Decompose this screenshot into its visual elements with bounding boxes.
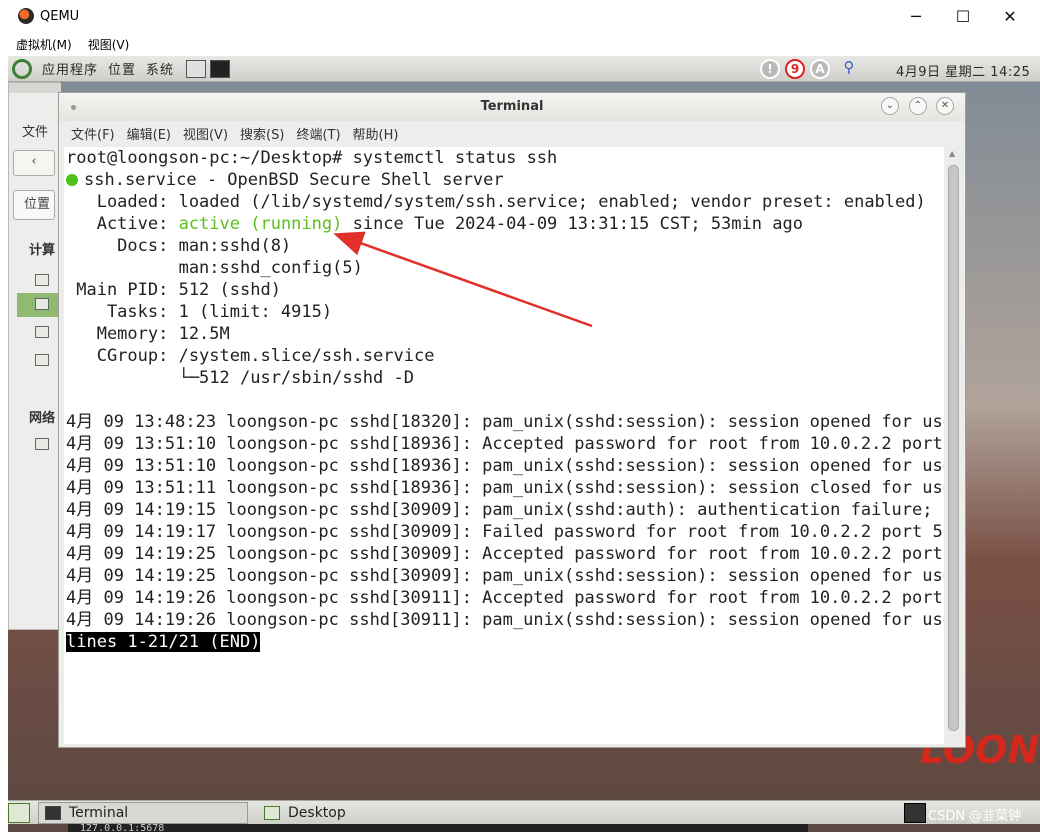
guest-desktop: LOON 应用程序 位置 系统 ! 9 A ⚲ 4月9日 星期二 14:25 文… [8, 56, 1040, 832]
bottom-taskbar: Terminal Desktop CSDN @韭菜钟 [8, 800, 1040, 824]
taskbar-item-terminal[interactable]: Terminal [38, 802, 248, 824]
qemu-menubar: 虚拟机(M) 视图(V) [0, 32, 1040, 56]
watermark: CSDN @韭菜钟 [928, 809, 1022, 824]
qemu-logo-icon [18, 8, 34, 24]
close-button[interactable]: ✕ [987, 0, 1033, 32]
terminal-icon [45, 806, 61, 820]
qemu-titlebar: QEMU ─ ☐ ✕ [0, 0, 1040, 32]
folder-icon [264, 806, 280, 820]
workspace-switcher-icon[interactable] [904, 803, 926, 823]
menu-view[interactable]: 视图(V) [88, 36, 130, 53]
maximize-button[interactable]: ☐ [940, 0, 986, 32]
taskbar-terminal-label: Terminal [69, 805, 129, 821]
show-desktop-icon[interactable] [8, 803, 30, 823]
taskbar-desktop-label: Desktop [288, 805, 346, 821]
annotation-arrow [333, 231, 593, 328]
taskbar-item-desktop[interactable]: Desktop [258, 802, 468, 824]
menu-machine[interactable]: 虚拟机(M) [16, 36, 72, 53]
console-peek: 127.0.0.1:5678 [68, 824, 808, 832]
arrow-line [333, 231, 593, 328]
window-title: QEMU [40, 8, 80, 24]
minimize-button[interactable]: ─ [893, 0, 939, 32]
